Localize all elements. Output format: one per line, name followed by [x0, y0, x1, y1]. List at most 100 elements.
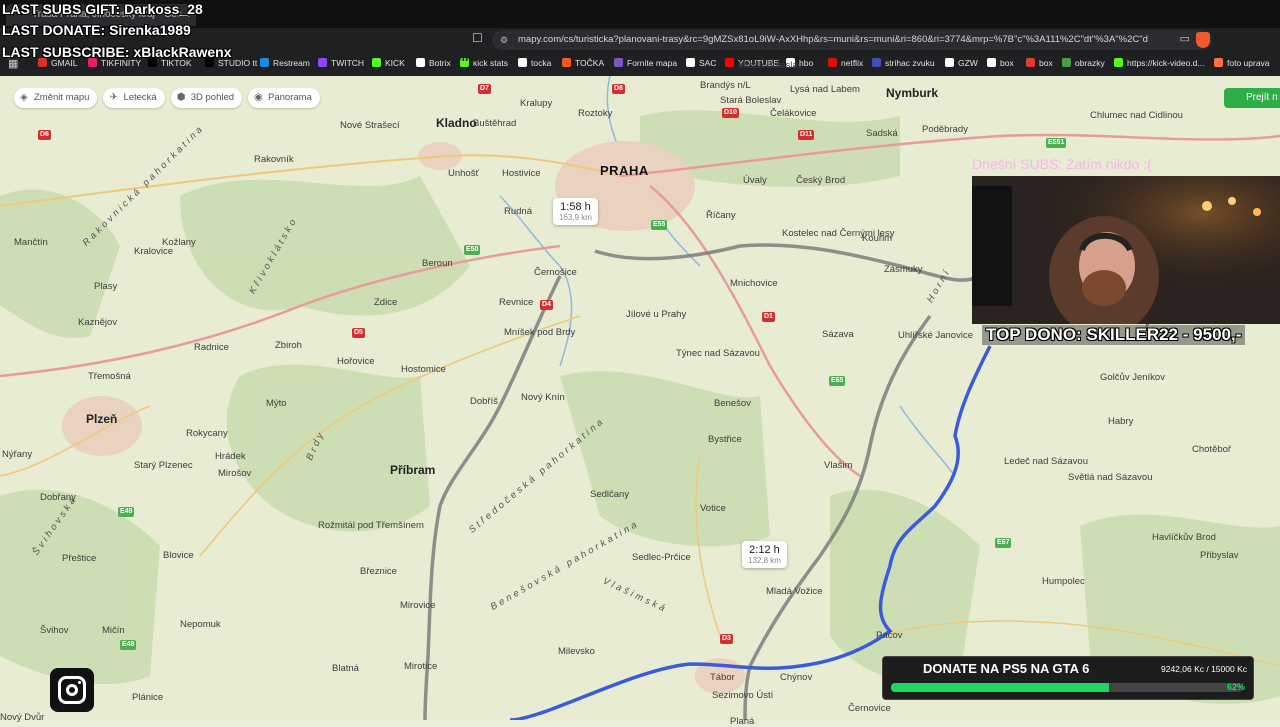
map-place-label[interactable]: Vlašim: [824, 460, 853, 471]
bookmark-item[interactable]: obrazky: [1062, 54, 1105, 72]
bookmark-item[interactable]: https://kick-video.d...: [1114, 54, 1204, 72]
map-place-label[interactable]: Unhošť: [448, 168, 479, 179]
map-place-label[interactable]: Nepomuk: [180, 619, 221, 630]
map-place-label[interactable]: Blatná: [332, 663, 359, 674]
map-place-label[interactable]: Dobříš: [470, 396, 498, 407]
open-button[interactable]: Prejít n: [1224, 88, 1280, 108]
map-place-label[interactable]: Kouřim: [862, 233, 892, 244]
map-place-label[interactable]: Kralovice: [134, 246, 173, 257]
map-place-label[interactable]: Zásmuky: [884, 264, 923, 275]
map-place-label[interactable]: Chlumec nad Cidlinou: [1090, 110, 1183, 121]
bookmark-item[interactable]: KICK: [372, 54, 405, 72]
map-place-label[interactable]: Sedlčany: [590, 489, 629, 500]
map-place-label[interactable]: Kladno: [436, 117, 477, 129]
map-place-label[interactable]: Čelákovice: [770, 108, 816, 119]
map-place-label[interactable]: Kaznějov: [78, 317, 117, 328]
map-place-label[interactable]: Mníšek pod Brdy: [504, 327, 575, 338]
map-place-label[interactable]: Hořovice: [337, 356, 375, 367]
map-place-label[interactable]: Havlíčkův Brod: [1152, 532, 1216, 543]
bookmark-item[interactable]: SAC: [686, 54, 716, 72]
map-place-label[interactable]: Poděbrady: [922, 124, 968, 135]
map-place-label[interactable]: Benešov: [714, 398, 751, 409]
bookmark-item[interactable]: Restream: [260, 54, 310, 72]
map-place-label[interactable]: Revnice: [499, 297, 533, 308]
address-bar[interactable]: ⚙ mapy.com/cs/turisticka?planovani-trasy…: [492, 30, 1212, 50]
map-place-label[interactable]: Nýřany: [2, 449, 32, 460]
map-place-label[interactable]: Hostivice: [502, 168, 541, 179]
map-place-label[interactable]: Rožmitál pod Třemšínem: [318, 520, 424, 531]
map-place-label[interactable]: Golčův Jeníkov: [1100, 372, 1165, 383]
aerial-button[interactable]: ✈ Letecká: [103, 88, 165, 108]
map-place-label[interactable]: Beroun: [422, 258, 453, 269]
site-settings-icon[interactable]: ⚙: [500, 35, 508, 46]
map-place-label[interactable]: Říčany: [706, 210, 736, 221]
map-place-label[interactable]: Březnice: [360, 566, 397, 577]
map-place-label[interactable]: Plánice: [132, 692, 163, 703]
map-place-label[interactable]: Sadská: [866, 128, 898, 139]
view-3d-button[interactable]: ⬢ 3D pohled: [170, 88, 243, 108]
change-map-button[interactable]: ◈ Změnit mapu: [14, 88, 98, 108]
map-place-label[interactable]: Ledeč nad Sázavou: [1004, 456, 1088, 467]
map-place-label[interactable]: Blovice: [163, 550, 194, 561]
map-place-label[interactable]: Týnec nad Sázavou: [676, 348, 760, 359]
map-place-label[interactable]: Třemošná: [88, 371, 131, 382]
map-place-label[interactable]: Plasy: [94, 281, 117, 292]
bookmark-item[interactable]: TWITCH: [318, 54, 364, 72]
map-place-label[interactable]: Mirovice: [400, 600, 435, 611]
map-place-label[interactable]: Humpolec: [1042, 576, 1085, 587]
map-place-label[interactable]: Úvaly: [743, 175, 767, 186]
map-place-label[interactable]: Zdice: [374, 297, 397, 308]
panorama-button[interactable]: ◉ Panorama: [248, 88, 320, 108]
map-place-label[interactable]: Mladá Vožice: [766, 586, 823, 597]
bookmark-item[interactable]: foto uprava: [1214, 54, 1270, 72]
map-place-label[interactable]: Pacov: [876, 630, 902, 641]
map-place-label[interactable]: Starý Plzenec: [134, 460, 193, 471]
route-info-2[interactable]: 2:12 h 132,8 km: [742, 541, 787, 568]
map-place-label[interactable]: Votice: [700, 503, 726, 514]
map-place-label[interactable]: Stará Boleslav: [720, 95, 781, 106]
map-place-label[interactable]: Brandýs n/L: [700, 80, 751, 91]
map-place-label[interactable]: Rokycany: [186, 428, 228, 439]
map-place-label[interactable]: Mělník: [445, 51, 482, 63]
map-place-label[interactable]: Buštěhrad: [473, 118, 516, 129]
bookmark-item[interactable]: netflix: [828, 54, 863, 72]
map-place-label[interactable]: Chýnov: [780, 672, 812, 683]
bookmark-item[interactable]: box: [987, 54, 1014, 72]
map-place-label[interactable]: Světlá nad Sázavou: [1068, 472, 1153, 483]
map-place-label[interactable]: Habry: [1108, 416, 1133, 427]
map-place-label[interactable]: Uhlířské Janovice: [898, 330, 973, 341]
map-place-label[interactable]: Planá: [730, 716, 754, 727]
map-place-label[interactable]: Černovice: [848, 703, 891, 714]
map-place-label[interactable]: Zbiroh: [275, 340, 302, 351]
map-place-label[interactable]: Tábor: [710, 672, 735, 683]
map-place-label[interactable]: Sezimovo Ústí: [712, 690, 773, 701]
map-place-label[interactable]: Rudná: [504, 206, 532, 217]
bookmark-item[interactable]: tocka: [518, 54, 551, 72]
bookmark-item[interactable]: TOČKA: [562, 54, 604, 72]
map-place-label[interactable]: Mičín: [102, 625, 125, 636]
bookmark-item[interactable]: strihac zvuku: [872, 54, 935, 72]
map-place-label[interactable]: PRAHA: [600, 164, 649, 177]
map-place-label[interactable]: Sedlec-Prčice: [632, 552, 691, 563]
map-place-label[interactable]: Příbram: [390, 464, 435, 476]
map-place-label[interactable]: Jílové u Prahy: [626, 309, 686, 320]
bookmark-item[interactable]: GZW: [945, 54, 978, 72]
map-place-label[interactable]: Přeštice: [62, 553, 96, 564]
route-info-1[interactable]: 1:58 h 163,9 km: [553, 198, 598, 225]
map-place-label[interactable]: Mladá Boleslav: [738, 60, 802, 71]
bookmark-icon[interactable]: ☐: [472, 31, 483, 45]
map-place-label[interactable]: Černošice: [534, 267, 577, 278]
reader-mode-icon[interactable]: ▭: [1180, 32, 1190, 45]
map-place-label[interactable]: Švihov: [40, 625, 69, 636]
map-place-label[interactable]: Milevsko: [558, 646, 595, 657]
brave-shield-icon[interactable]: [1196, 32, 1210, 48]
map-place-label[interactable]: Chotěboř: [1192, 444, 1231, 455]
map-place-label[interactable]: Lysá nad Labem: [790, 84, 860, 95]
map-place-label[interactable]: Nymburk: [886, 87, 938, 99]
map-place-label[interactable]: Mirošov: [218, 468, 251, 479]
map-place-label[interactable]: Český Brod: [796, 175, 845, 186]
map-place-label[interactable]: Nový Dvůr: [0, 712, 44, 723]
map-place-label[interactable]: Přibyslav: [1200, 550, 1239, 561]
map-place-label[interactable]: Sázava: [822, 329, 854, 340]
bookmark-item[interactable]: box: [1026, 54, 1053, 72]
